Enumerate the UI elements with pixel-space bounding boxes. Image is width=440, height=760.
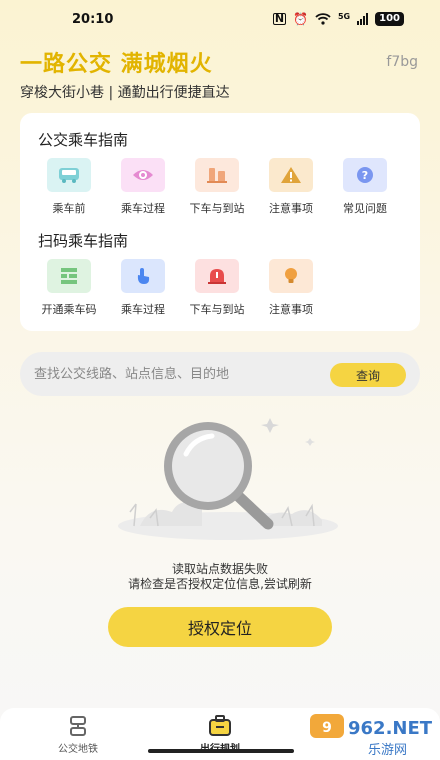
corner-code: f7bg (386, 54, 418, 70)
tap-icon (121, 259, 165, 293)
signal-icon (357, 13, 369, 25)
scan-item-activate[interactable]: 开通乘车码 (32, 259, 106, 317)
guide-item-faq[interactable]: ? 常见问题 (328, 158, 402, 216)
guide-item-notes[interactable]: 注意事项 (254, 158, 328, 216)
alarm-icon: ⏰ (293, 12, 308, 26)
status-bar: 20:10 N ⏰ 5G 100 (0, 0, 440, 40)
eye-icon (121, 158, 165, 192)
nav-label: 公交地铁 (58, 744, 98, 755)
nfc-icon: N (272, 12, 287, 25)
guide-item-label: 下车与到站 (189, 202, 245, 215)
scan-guide-row: 开通乘车码 乘车过程 下车与到站 注意事项 (32, 259, 328, 317)
search-button[interactable]: 查询 (330, 363, 406, 387)
wifi-icon (315, 13, 331, 25)
watermark-sub: 乐游网 (368, 743, 407, 758)
qr-code-icon (47, 259, 91, 293)
watermark-text: 962.NET (348, 718, 433, 739)
scan-item-label: 乘车过程 (121, 303, 165, 316)
scan-item-label: 注意事项 (269, 303, 313, 316)
scan-item-arrival[interactable]: 下车与到站 (180, 259, 254, 317)
scan-guide-title: 扫码乘车指南 (38, 232, 129, 250)
guide-card: 公交乘车指南 乘车前 乘车过程 下车与到站 注意事项 ? 常见问题 扫码乘车指南… (20, 113, 420, 331)
lightbulb-icon (269, 259, 313, 293)
bus-icon (47, 158, 91, 192)
scan-item-label: 开通乘车码 (41, 303, 97, 316)
svg-text:9: 9 (322, 720, 332, 736)
svg-text:?: ? (362, 169, 368, 182)
guide-item-label: 注意事项 (269, 202, 313, 215)
status-time: 20:10 (72, 12, 114, 27)
bus-guide-title: 公交乘车指南 (38, 131, 129, 149)
scan-item-label: 下车与到站 (189, 303, 245, 316)
guide-item-arrival[interactable]: 下车与到站 (180, 158, 254, 216)
search-bar: 查询 (20, 352, 420, 396)
planner-icon (209, 715, 231, 736)
battery-icon: 100 (375, 12, 404, 26)
status-icons: N ⏰ 5G 100 (272, 12, 404, 26)
error-hint: 请检查是否授权定位信息,尝试刷新 (128, 577, 312, 591)
guide-item-label: 乘车过程 (121, 202, 165, 215)
network-label: 5G (337, 12, 351, 21)
authorize-location-button[interactable]: 授权定位 (108, 607, 332, 647)
home-indicator (148, 749, 294, 753)
search-input[interactable] (34, 352, 324, 396)
warning-icon (269, 158, 313, 192)
scan-item-riding[interactable]: 乘车过程 (106, 259, 180, 317)
empty-state-illustration (118, 418, 338, 540)
watermark-logo: 9 962.NET 乐游网 (310, 714, 433, 758)
guide-item-before-boarding[interactable]: 乘车前 (32, 158, 106, 216)
guide-item-riding[interactable]: 乘车过程 (106, 158, 180, 216)
siren-icon (195, 259, 239, 293)
scan-item-notes[interactable]: 注意事项 (254, 259, 328, 317)
page-title: 一路公交 满城烟火 (20, 52, 213, 77)
nav-item-transit[interactable]: 公交地铁 (38, 714, 118, 755)
page-subtitle: 穿梭大街小巷 | 通勤出行便捷直达 (20, 85, 230, 101)
guide-item-label: 常见问题 (343, 202, 387, 215)
guide-item-label: 乘车前 (52, 202, 86, 215)
question-icon: ? (343, 158, 387, 192)
transit-icon (70, 716, 86, 736)
arrival-icon (195, 158, 239, 192)
bus-guide-row: 乘车前 乘车过程 下车与到站 注意事项 ? 常见问题 (32, 158, 402, 216)
